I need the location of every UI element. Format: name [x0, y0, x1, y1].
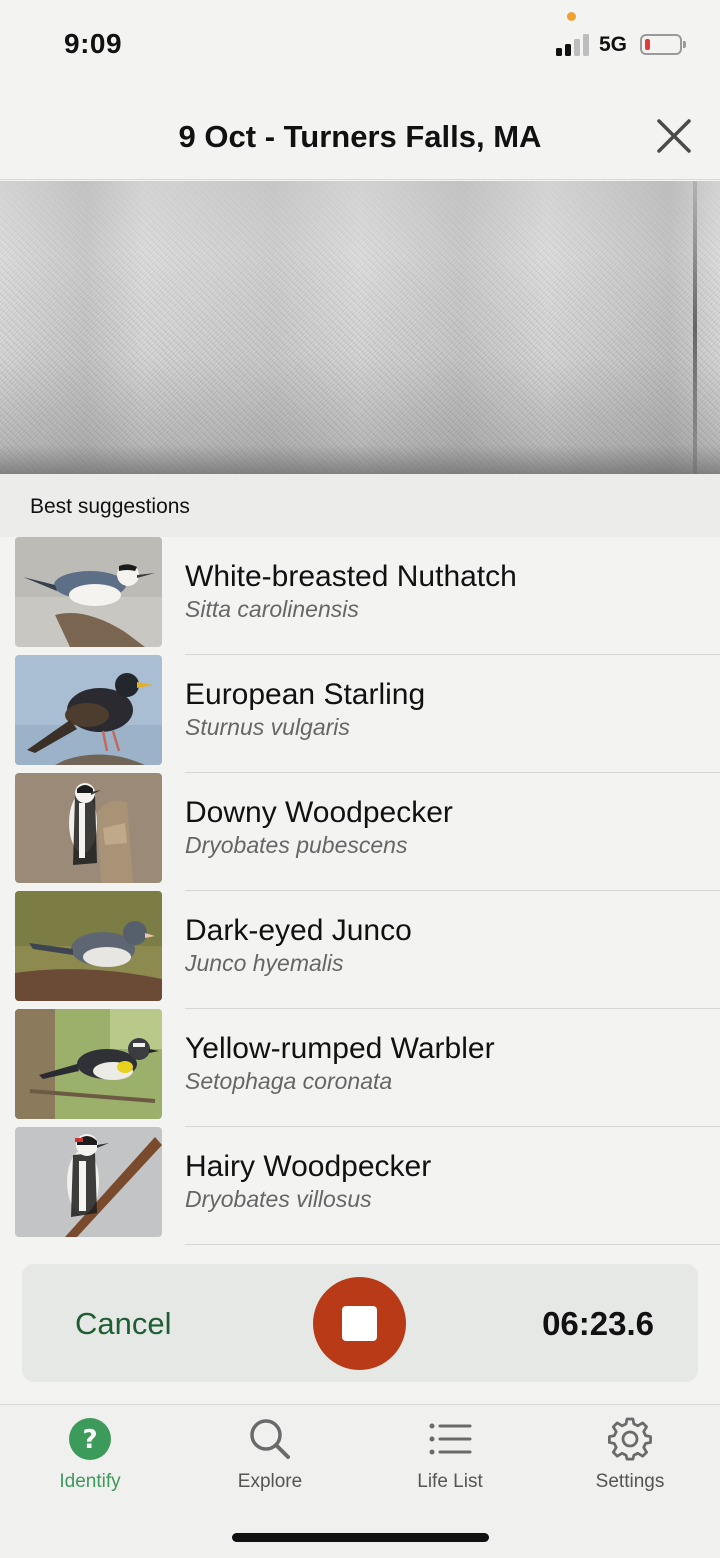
scientific-name: Sitta carolinensis [185, 596, 359, 622]
list-item[interactable]: Hairy Woodpecker Dryobates villosus [0, 1127, 720, 1245]
page-title: 9 Oct - Turners Falls, MA [178, 119, 542, 154]
scientific-name: Dryobates pubescens [185, 832, 408, 858]
tab-settings[interactable]: Settings [565, 1417, 695, 1493]
scientific-name: Sturnus vulgaris [185, 714, 350, 740]
hairy-woodpecker-photo [15, 1127, 162, 1237]
common-name: Dark-eyed Junco [185, 914, 412, 947]
white-breasted-nuthatch-photo [15, 537, 162, 647]
tab-label: Life List [417, 1471, 483, 1492]
svg-text:?: ? [82, 1425, 97, 1455]
recording-controls: Cancel 06:23.6 [22, 1264, 698, 1382]
section-header: Best suggestions [0, 474, 720, 537]
status-bar: 9:09 5G [0, 0, 720, 92]
battery-level [645, 39, 650, 50]
tab-life-list[interactable]: Life List [385, 1417, 515, 1493]
common-name: European Starling [185, 678, 426, 711]
status-time: 9:09 [64, 28, 123, 59]
tab-label: Identify [59, 1471, 121, 1492]
scientific-name: Junco hyemalis [185, 950, 344, 976]
stop-icon [342, 1306, 377, 1341]
tab-explore[interactable]: Explore [205, 1417, 335, 1493]
home-indicator[interactable] [232, 1533, 489, 1542]
list-item[interactable]: Dark-eyed Junco Junco hyemalis [0, 891, 720, 1009]
tab-label: Settings [595, 1471, 665, 1492]
scientific-name: Dryobates villosus [185, 1186, 372, 1212]
gear-icon [608, 1417, 652, 1461]
common-name: Yellow-rumped Warbler [185, 1032, 495, 1065]
tab-identify[interactable]: ? Identify [25, 1417, 155, 1493]
yellow-rumped-warbler-photo [15, 1009, 162, 1119]
navigation-header: 9 Oct - Turners Falls, MA [0, 92, 720, 180]
battery-icon [640, 34, 686, 55]
list-item[interactable]: Yellow-rumped Warbler Setophaga coronata [0, 1009, 720, 1127]
list-icon [429, 1423, 472, 1455]
cancel-button[interactable]: Cancel [75, 1306, 172, 1342]
list-item[interactable]: White-breasted Nuthatch Sitta carolinens… [0, 537, 720, 655]
cellular-signal-icon [556, 34, 590, 56]
dark-eyed-junco-photo [15, 891, 162, 1001]
downy-woodpecker-photo [15, 773, 162, 883]
common-name: White-breasted Nuthatch [185, 560, 517, 593]
list-item[interactable]: Downy Woodpecker Dryobates pubescens [0, 773, 720, 891]
close-icon [657, 119, 691, 153]
spectrogram [0, 181, 720, 474]
privacy-indicator-dot [567, 12, 576, 21]
european-starling-photo [15, 655, 162, 765]
scientific-name: Setophaga coronata [185, 1068, 393, 1094]
recording-timer: 06:23.6 [542, 1305, 654, 1342]
common-name: Hairy Woodpecker [185, 1150, 432, 1183]
section-label: Best suggestions [30, 495, 190, 518]
list-item[interactable]: European Starling Sturnus vulgaris [0, 655, 720, 773]
tab-label: Explore [237, 1471, 303, 1492]
suggestions-list: White-breasted Nuthatch Sitta carolinens… [0, 537, 720, 1245]
question-circle-icon: ? [69, 1418, 111, 1460]
divider [185, 1244, 720, 1245]
close-button[interactable] [654, 116, 694, 156]
stop-recording-button[interactable] [313, 1277, 406, 1370]
network-type: 5G [599, 33, 628, 56]
search-icon [250, 1419, 290, 1459]
common-name: Downy Woodpecker [185, 796, 453, 829]
